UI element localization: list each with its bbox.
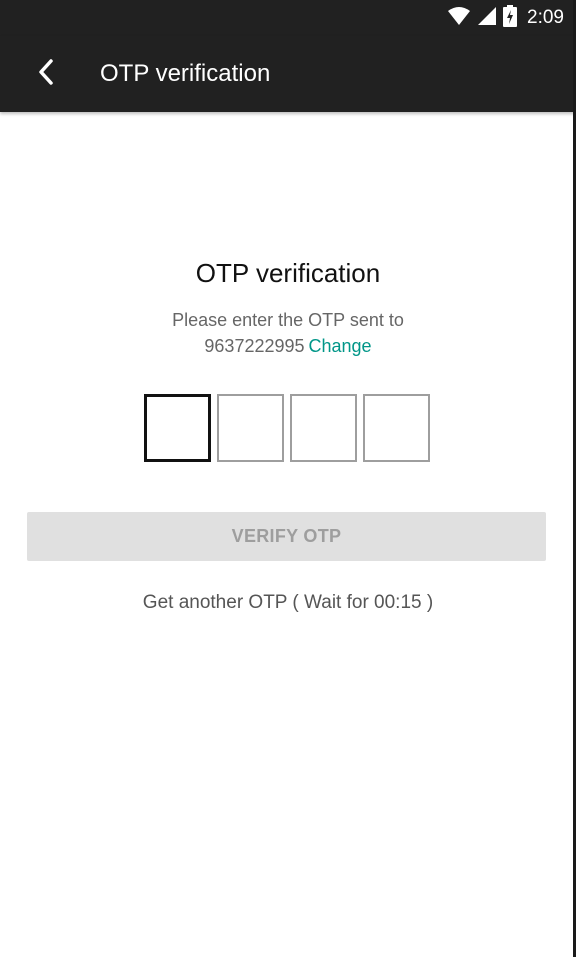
status-icons: 2:09 (447, 4, 564, 32)
otp-digit-2[interactable] (217, 394, 284, 462)
back-button[interactable] (26, 54, 66, 94)
page-heading: OTP verification (195, 258, 381, 288)
verify-otp-button[interactable]: VERIFY OTP (27, 512, 546, 561)
otp-screen: 2:09 OTP verification OTP verification P… (0, 0, 576, 957)
otp-digit-1[interactable] (144, 394, 211, 462)
status-bar: 2:09 (0, 0, 576, 36)
resend-otp-text: Get another OTP ( Wait for 00:15 ) (142, 592, 434, 613)
change-number-link[interactable]: Change (309, 336, 372, 356)
app-title: OTP verification (100, 60, 271, 87)
otp-instructions: Please enter the OTP sent to (172, 310, 404, 330)
signal-icon (477, 6, 497, 31)
status-time: 2:09 (527, 7, 564, 28)
phone-row: 9637222995 Change (0, 334, 576, 358)
otp-digit-4[interactable] (363, 394, 430, 462)
back-arrow-icon (36, 58, 56, 91)
otp-input-group (144, 394, 430, 462)
battery-charging-icon (503, 4, 518, 32)
phone-number: 9637222995 (204, 336, 305, 356)
app-bar: OTP verification (0, 36, 576, 112)
wifi-icon (447, 6, 471, 31)
otp-digit-3[interactable] (290, 394, 357, 462)
